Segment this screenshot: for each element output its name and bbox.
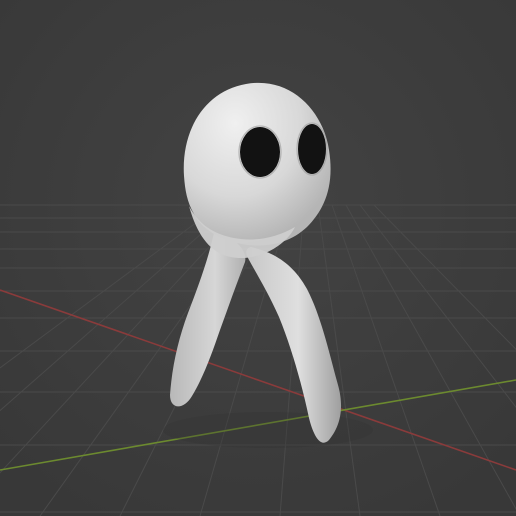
left-eye-hole xyxy=(240,127,280,177)
3d-viewport[interactable] xyxy=(0,0,516,516)
viewport-canvas[interactable] xyxy=(0,0,516,516)
shadow xyxy=(163,412,373,448)
right-eye-hole xyxy=(298,124,326,174)
